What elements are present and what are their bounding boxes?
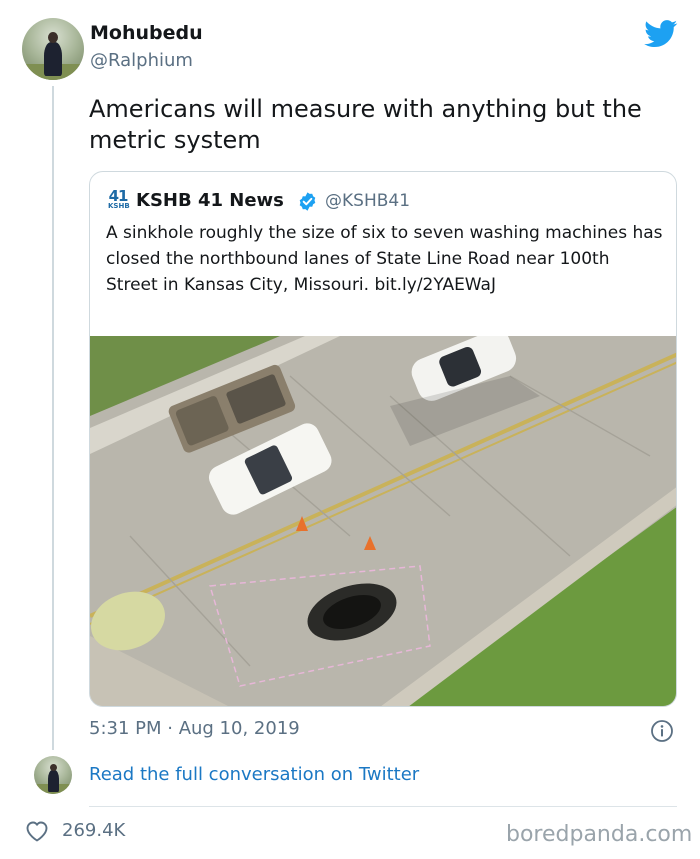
twitter-bird-icon[interactable] [644,20,678,48]
quoted-author-name[interactable]: KSHB 41 News [136,190,284,211]
watermark: boredpanda.com [506,822,693,847]
avatar-figure-body [44,42,62,76]
heart-icon[interactable] [25,820,49,842]
tweet-timestamp[interactable]: 5:31 PM · Aug 10, 2019 [89,718,300,739]
reply-avatar[interactable] [34,756,72,794]
author-handle[interactable]: @Ralphium [90,50,193,71]
kshb-logo-number: 41 [108,187,129,205]
author-name[interactable]: Mohubedu [90,22,203,44]
divider [89,806,677,807]
info-icon[interactable] [650,719,674,743]
kshb-logo-letters: KSHB [108,202,130,210]
thread-line [52,86,54,750]
sinkhole-aerial-photo[interactable] [90,336,677,707]
quoted-tweet-text: A sinkhole roughly the size of six to se… [106,223,663,295]
avatar-figure-body [48,770,59,792]
kshb-logo: 41 KSHB [108,187,130,211]
tweet-text: Americans will measure with anything but… [89,95,642,154]
avatar-figure-head [48,32,58,43]
verified-badge-icon [299,192,316,211]
quoted-tweet-card[interactable]: 41 KSHB KSHB 41 News @KSHB41 A sinkhole … [89,171,677,707]
avatar-figure-head [50,764,57,771]
quoted-author-handle[interactable]: @KSHB41 [325,191,410,211]
author-avatar[interactable] [22,18,84,80]
like-count: 269.4K [62,820,126,841]
read-conversation-link[interactable]: Read the full conversation on Twitter [89,764,419,785]
